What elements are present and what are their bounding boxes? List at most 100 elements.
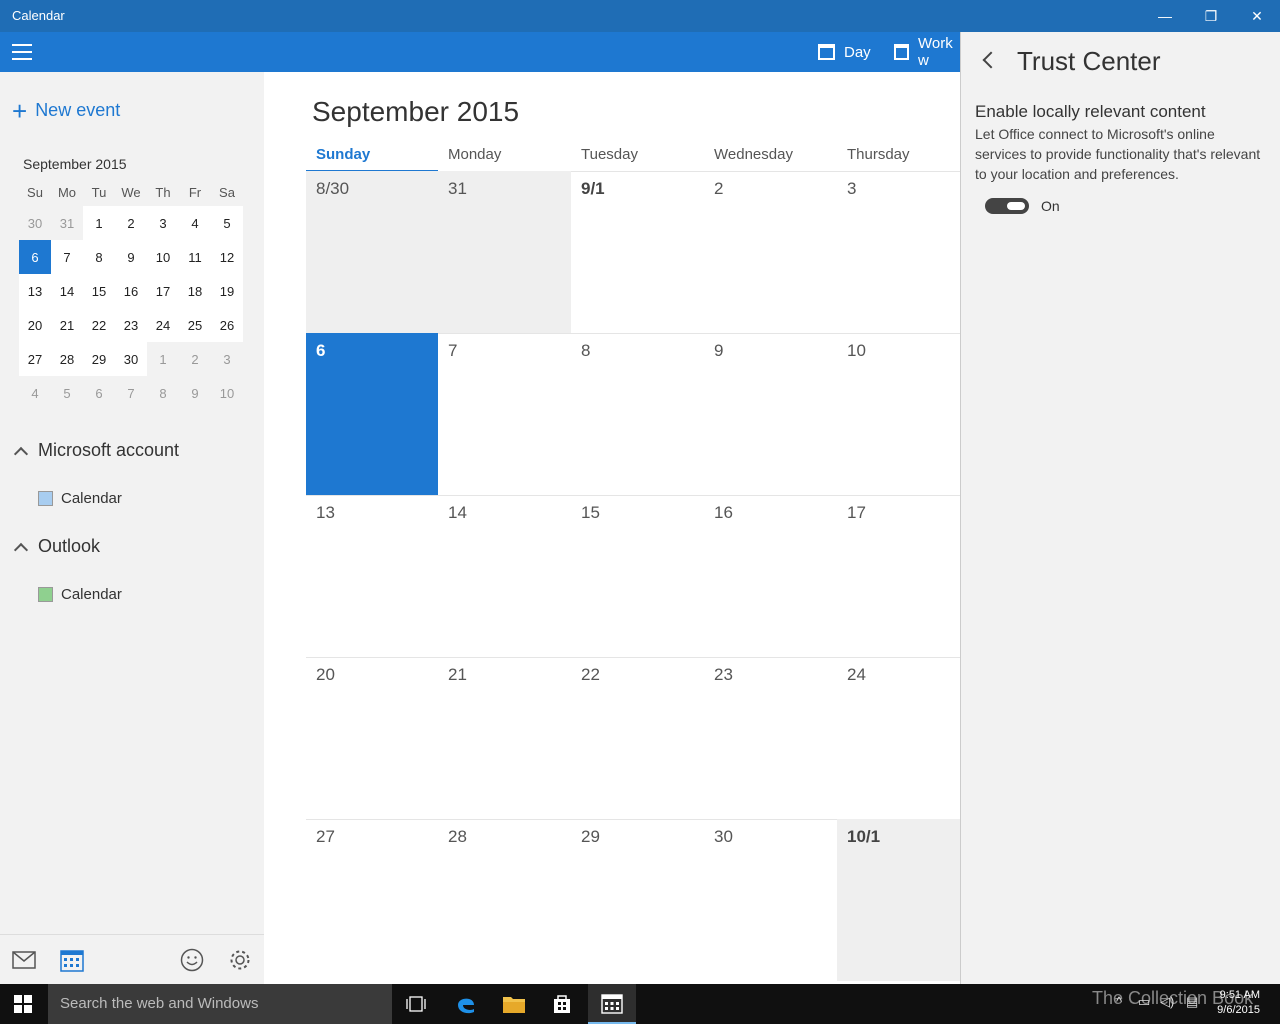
- mini-calendar-day[interactable]: 24: [147, 308, 179, 342]
- month-day-cell[interactable]: 27: [306, 819, 438, 981]
- hamburger-icon[interactable]: [12, 44, 32, 60]
- mini-calendar-day[interactable]: 30: [19, 206, 51, 240]
- mini-calendar-day[interactable]: 25: [179, 308, 211, 342]
- minimize-button[interactable]: —: [1142, 0, 1188, 32]
- mini-calendar-day[interactable]: 6: [19, 240, 51, 274]
- mini-calendar-day[interactable]: 22: [83, 308, 115, 342]
- mini-calendar-day[interactable]: 2: [115, 206, 147, 240]
- calendar-item[interactable]: Calendar: [38, 490, 122, 507]
- calendar-icon[interactable]: [59, 947, 85, 973]
- mini-calendar-day[interactable]: 8: [147, 376, 179, 410]
- mini-calendar-day[interactable]: 18: [179, 274, 211, 308]
- back-icon[interactable]: [982, 51, 1000, 69]
- month-day-cell[interactable]: 29: [571, 819, 704, 981]
- calendar-app-icon[interactable]: [588, 984, 636, 1024]
- month-day-cell[interactable]: 9: [704, 333, 837, 495]
- windows-icon[interactable]: [14, 995, 32, 1013]
- edge-icon[interactable]: [442, 984, 490, 1024]
- month-day-cell[interactable]: 22: [571, 657, 704, 819]
- clock[interactable]: 9:51 AM 9/6/2015: [1217, 988, 1260, 1018]
- account-outlook[interactable]: Outlook: [12, 536, 100, 557]
- restore-button[interactable]: ❐: [1188, 0, 1234, 32]
- mini-calendar-day[interactable]: 21: [51, 308, 83, 342]
- mini-calendar-title[interactable]: September 2015: [23, 156, 127, 172]
- month-day-cell[interactable]: 30: [704, 819, 837, 981]
- chevron-up-icon: [13, 542, 29, 557]
- mini-calendar-day[interactable]: 30: [115, 342, 147, 376]
- month-day-cell[interactable]: 31: [438, 171, 571, 333]
- mini-calendar-day[interactable]: 23: [115, 308, 147, 342]
- mini-calendar-day[interactable]: 27: [19, 342, 51, 376]
- mini-calendar-day[interactable]: 6: [83, 376, 115, 410]
- close-button[interactable]: ✕: [1234, 0, 1280, 32]
- mini-calendar-day[interactable]: 19: [211, 274, 243, 308]
- mini-calendar-day[interactable]: 13: [19, 274, 51, 308]
- mini-calendar-day[interactable]: 20: [19, 308, 51, 342]
- mini-calendar-day[interactable]: 9: [115, 240, 147, 274]
- mini-calendar-day[interactable]: 29: [83, 342, 115, 376]
- month-day-cell[interactable]: 15: [571, 495, 704, 657]
- month-day-cell[interactable]: 9/1: [571, 171, 704, 333]
- month-day-cell[interactable]: 16: [704, 495, 837, 657]
- mini-calendar-day[interactable]: 28: [51, 342, 83, 376]
- mini-calendar-day[interactable]: 3: [211, 342, 243, 376]
- mini-calendar-day[interactable]: 8: [83, 240, 115, 274]
- volume-icon[interactable]: ◁): [1160, 994, 1174, 1010]
- folder-icon[interactable]: [490, 984, 538, 1024]
- mini-calendar-day[interactable]: 4: [19, 376, 51, 410]
- month-day-cell[interactable]: 3: [837, 171, 960, 333]
- month-day-cell[interactable]: 20: [306, 657, 438, 819]
- mini-calendar-day[interactable]: 2: [179, 342, 211, 376]
- network-icon[interactable]: ▭: [1138, 994, 1150, 1010]
- mini-calendar-day[interactable]: 1: [147, 342, 179, 376]
- mini-calendar-day[interactable]: 4: [179, 206, 211, 240]
- month-day-cell[interactable]: 24: [837, 657, 960, 819]
- mini-calendar-day[interactable]: 14: [51, 274, 83, 308]
- mini-calendar-day[interactable]: 5: [211, 206, 243, 240]
- mini-calendar-day[interactable]: 9: [179, 376, 211, 410]
- month-day-cell[interactable]: 21: [438, 657, 571, 819]
- weekday-header: Su: [27, 184, 43, 200]
- chevron-up-icon[interactable]: ^: [1116, 994, 1122, 1009]
- month-day-cell[interactable]: 23: [704, 657, 837, 819]
- mini-calendar-day[interactable]: 10: [211, 376, 243, 410]
- month-day-cell[interactable]: 6: [306, 333, 438, 495]
- month-day-cell[interactable]: 2: [704, 171, 837, 333]
- mini-calendar-day[interactable]: 1: [83, 206, 115, 240]
- new-event-button[interactable]: + New event: [12, 98, 120, 124]
- store-icon[interactable]: [538, 984, 586, 1024]
- notification-icon[interactable]: ▤: [1186, 994, 1198, 1010]
- mail-icon[interactable]: [11, 947, 37, 973]
- month-day-cell[interactable]: 10: [837, 333, 960, 495]
- month-day-cell[interactable]: 17: [837, 495, 960, 657]
- month-day-cell[interactable]: 7: [438, 333, 571, 495]
- gear-icon[interactable]: [227, 947, 253, 973]
- month-day-cell[interactable]: 8: [571, 333, 704, 495]
- smiley-icon[interactable]: [179, 947, 205, 973]
- mini-calendar-day[interactable]: 7: [51, 240, 83, 274]
- mini-calendar-day[interactable]: 15: [83, 274, 115, 308]
- mini-calendar-day[interactable]: 5: [51, 376, 83, 410]
- mini-calendar-day[interactable]: 10: [147, 240, 179, 274]
- mini-calendar-day[interactable]: 26: [211, 308, 243, 342]
- mini-calendar-day[interactable]: 11: [179, 240, 211, 274]
- mini-calendar-day[interactable]: 7: [115, 376, 147, 410]
- day-view-button[interactable]: Day: [818, 32, 871, 72]
- workweek-view-button[interactable]: Work w: [894, 32, 960, 72]
- account-microsoft[interactable]: Microsoft account: [12, 440, 179, 461]
- mini-calendar-day[interactable]: 16: [115, 274, 147, 308]
- month-day-cell[interactable]: 8/30: [306, 171, 438, 333]
- calendar-icon: [818, 44, 835, 60]
- search-box[interactable]: Search the web and Windows: [48, 984, 392, 1024]
- month-day-cell[interactable]: 10/1: [837, 819, 960, 981]
- mini-calendar-day[interactable]: 31: [51, 206, 83, 240]
- calendar-item[interactable]: Calendar: [38, 586, 122, 603]
- locally-relevant-toggle[interactable]: [985, 198, 1029, 214]
- mini-calendar-day[interactable]: 17: [147, 274, 179, 308]
- mini-calendar-day[interactable]: 3: [147, 206, 179, 240]
- task-view-icon[interactable]: [392, 984, 440, 1024]
- month-day-cell[interactable]: 28: [438, 819, 571, 981]
- month-day-cell[interactable]: 13: [306, 495, 438, 657]
- mini-calendar-day[interactable]: 12: [211, 240, 243, 274]
- month-day-cell[interactable]: 14: [438, 495, 571, 657]
